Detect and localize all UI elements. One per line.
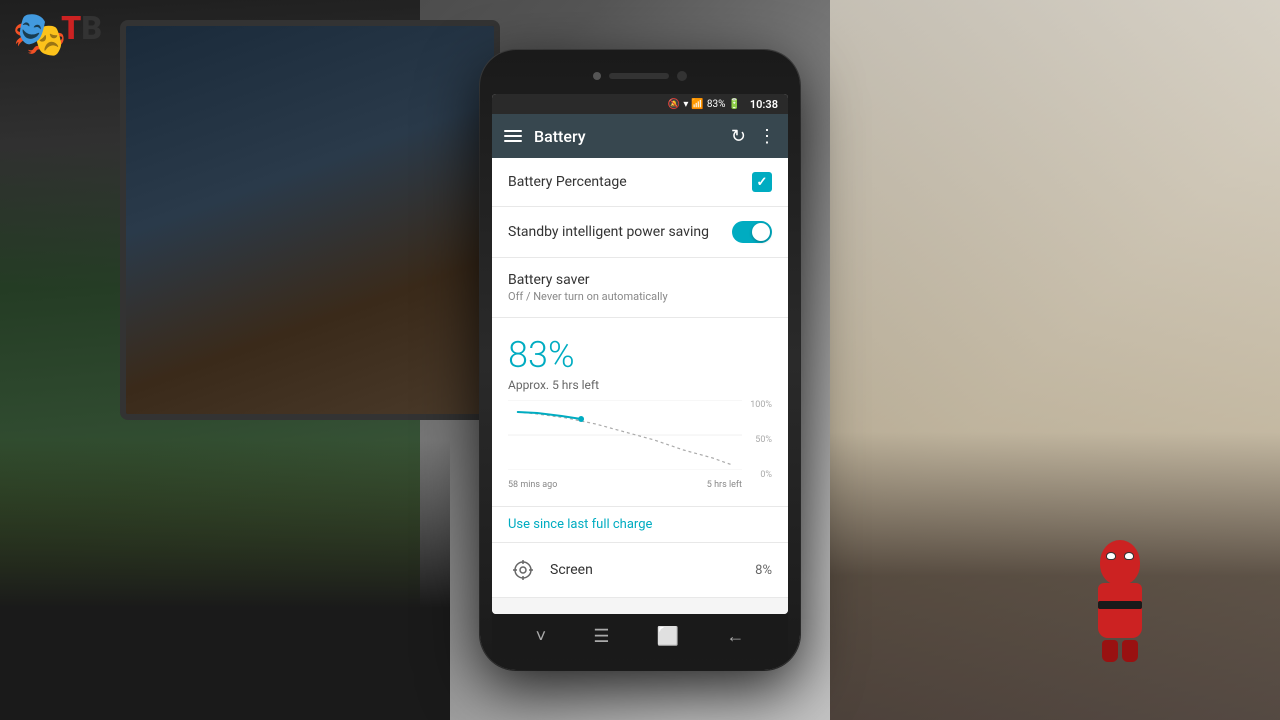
standby-label: Standby intelligent power saving — [508, 224, 709, 240]
deadpool-eye-right — [1124, 552, 1134, 560]
phone-top-bar — [492, 62, 788, 90]
battery-level-section: 83% Approx. 5 hrs left 100% 50% 0% — [492, 318, 788, 507]
battery-saver-sub: Off / Never turn on automatically — [508, 290, 668, 303]
phone-speaker — [609, 73, 669, 79]
chart-label-50: 50% — [755, 435, 772, 445]
deadpool-figure — [1080, 540, 1160, 660]
phone-container: 🔕 ▾ 📶 83% 🔋 10:38 Battery ↻ ⋮ — [480, 50, 800, 670]
front-camera — [677, 71, 687, 81]
battery-percent-status: 83% — [707, 99, 726, 110]
phone-body: 🔕 ▾ 📶 83% 🔋 10:38 Battery ↻ ⋮ — [480, 50, 800, 670]
logo-text: TB — [61, 12, 102, 44]
monitor-screen — [126, 26, 494, 414]
battery-chart: 100% 50% 0% — [508, 400, 772, 490]
logo-t: T — [61, 9, 81, 47]
battery-saver-text-group: Battery saver Off / Never turn on automa… — [508, 272, 668, 303]
bg-desk — [0, 440, 450, 720]
deadpool-body — [1098, 583, 1142, 638]
screen-icon — [508, 555, 538, 585]
deadpool-legs — [1080, 640, 1160, 662]
front-flash — [593, 72, 601, 80]
chart-time-labels: 58 mins ago 5 hrs left — [508, 480, 742, 490]
logo-b: B — [81, 9, 102, 47]
app-bar: Battery ↻ ⋮ — [492, 114, 788, 158]
deadpool-eyes — [1106, 552, 1134, 560]
status-bar: 🔕 ▾ 📶 83% 🔋 10:38 — [492, 94, 788, 114]
nav-recents-button[interactable]: ⬜ — [657, 626, 679, 647]
battery-percentage-row[interactable]: Battery Percentage ✓ — [492, 158, 788, 207]
screen-label: Screen — [550, 562, 743, 578]
more-options-button[interactable]: ⋮ — [758, 126, 776, 147]
deadpool-eye-left — [1106, 552, 1116, 560]
status-time: 10:38 — [750, 98, 778, 111]
battery-icon: 🔋 — [728, 99, 740, 110]
phone-screen: 🔕 ▾ 📶 83% 🔋 10:38 Battery ↻ ⋮ — [492, 94, 788, 614]
hamburger-line-1 — [504, 130, 522, 132]
wifi-icon: ▾ — [683, 99, 688, 110]
chart-time-left: 5 hrs left — [707, 480, 742, 490]
battery-saver-label: Battery saver — [508, 272, 668, 288]
screen-svg-icon — [512, 559, 534, 581]
silent-icon: 🔕 — [668, 99, 680, 110]
settings-content: Battery Percentage ✓ Standby intelligent… — [492, 158, 788, 614]
hamburger-line-3 — [504, 140, 522, 142]
deadpool-leg-right — [1122, 640, 1138, 662]
battery-percentage-label: Battery Percentage — [508, 174, 627, 190]
status-icons: 🔕 ▾ 📶 83% 🔋 — [668, 99, 741, 110]
bg-right-side — [830, 0, 1280, 720]
refresh-button[interactable]: ↻ — [731, 126, 746, 147]
chart-area — [508, 400, 742, 470]
battery-level-large: 83% — [508, 334, 772, 376]
chart-label-0: 0% — [760, 470, 772, 480]
nav-bar: ˅ ☰ ⬜ ← — [492, 614, 788, 658]
screen-usage-row[interactable]: Screen 8% — [492, 543, 788, 598]
deadpool-leg-left — [1102, 640, 1118, 662]
nav-back-button[interactable]: ← — [726, 626, 744, 647]
toggle-thumb — [752, 223, 770, 241]
deadpool-head — [1100, 540, 1140, 585]
tb-logo: 🎭 TB — [12, 12, 102, 92]
hamburger-line-2 — [504, 135, 522, 137]
hamburger-menu-button[interactable] — [504, 130, 522, 142]
standby-toggle[interactable] — [732, 221, 772, 243]
nav-menu-button[interactable]: ☰ — [593, 626, 609, 647]
screen-percent: 8% — [755, 563, 772, 578]
bg-monitor — [120, 20, 500, 420]
battery-percentage-checkbox[interactable]: ✓ — [752, 172, 772, 192]
standby-power-row[interactable]: Standby intelligent power saving — [492, 207, 788, 258]
chart-label-100: 100% — [750, 400, 772, 410]
chart-time-ago: 58 mins ago — [508, 480, 557, 490]
use-since-link[interactable]: Use since last full charge — [492, 507, 788, 543]
battery-time-left: Approx. 5 hrs left — [508, 378, 772, 392]
nav-down-button[interactable]: ˅ — [536, 626, 547, 647]
deadpool-belt — [1098, 601, 1142, 609]
chart-svg — [508, 400, 742, 470]
battery-saver-row[interactable]: Battery saver Off / Never turn on automa… — [492, 258, 788, 318]
signal-icon: 📶 — [691, 99, 703, 110]
app-title: Battery — [534, 127, 719, 146]
